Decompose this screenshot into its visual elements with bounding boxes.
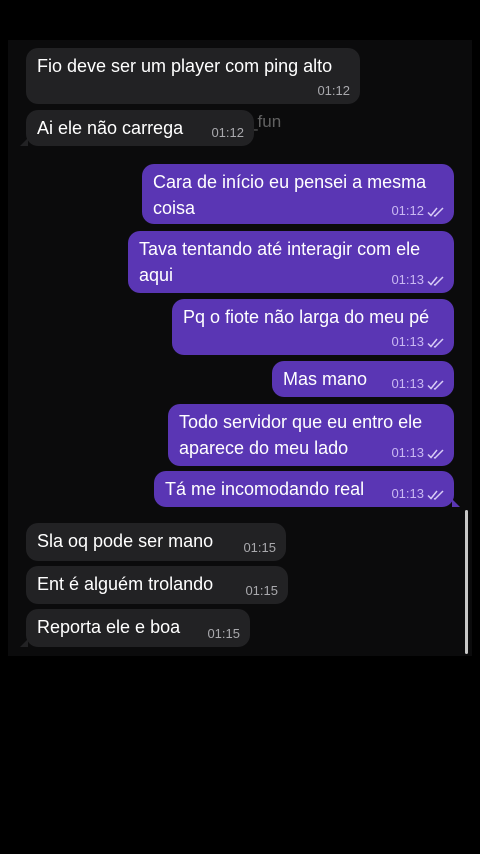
incoming-message[interactable]: Fio deve ser um player com ping alto 01:… (26, 48, 360, 104)
double-check-icon (427, 276, 444, 286)
message-text: Tá me incomodando real (165, 479, 365, 499)
message-time: 01:12 (317, 83, 350, 98)
scrollbar[interactable] (465, 510, 468, 654)
outgoing-message[interactable]: Mas mano 01:13 (272, 361, 454, 397)
message-text: Tava tentando até interagir com ele aqui (139, 239, 421, 285)
message-time: 01:15 (207, 626, 240, 641)
bubble-tail (452, 499, 460, 507)
double-check-icon (427, 338, 444, 348)
outgoing-message[interactable]: Cara de início eu pensei a mesma coisa 0… (142, 164, 454, 224)
message-time: 01:13 (391, 445, 424, 460)
message-text: Ai ele não carrega (37, 118, 184, 138)
message-text: Sla oq pode ser mano (37, 531, 214, 551)
message-time: 01:12 (211, 125, 244, 140)
double-check-icon (427, 380, 444, 390)
bubble-tail (20, 138, 28, 146)
outgoing-message[interactable]: Tava tentando até interagir com ele aqui… (128, 231, 454, 293)
double-check-icon (427, 490, 444, 500)
outgoing-message[interactable]: Todo servidor que eu entro ele aparece d… (168, 404, 454, 466)
double-check-icon (427, 207, 444, 217)
message-text: Todo servidor que eu entro ele aparece d… (179, 412, 423, 458)
outgoing-message[interactable]: Tá me incomodando real 01:13 (154, 471, 460, 507)
bubble-tail (20, 639, 28, 647)
message-time: 01:15 (243, 540, 276, 555)
message-time: 01:13 (391, 334, 424, 349)
incoming-message[interactable]: Sla oq pode ser mano 01:15 (26, 523, 286, 561)
message-text: Cara de início eu pensei a mesma coisa (153, 172, 427, 218)
incoming-message[interactable]: Ai ele não carrega 01:12 (20, 110, 254, 146)
chat-area[interactable]: Fio deve ser um player com ping alto 01:… (8, 40, 472, 656)
message-time: 01:15 (245, 583, 278, 598)
message-time: 01:13 (391, 486, 424, 501)
message-text: Reporta ele e boa (37, 617, 181, 637)
message-time: 01:13 (391, 272, 424, 287)
message-text: Mas mano (283, 369, 368, 389)
outgoing-message[interactable]: Pq o fiote não larga do meu pé 01:13 (172, 299, 454, 355)
incoming-message[interactable]: Ent é alguém trolando 01:15 (26, 566, 288, 604)
message-time: 01:13 (391, 376, 424, 391)
message-text: Fio deve ser um player com ping alto (37, 56, 333, 76)
incoming-message[interactable]: Reporta ele e boa 01:15 (20, 609, 250, 647)
message-time: 01:12 (391, 203, 424, 218)
message-text: Ent é alguém trolando (37, 574, 214, 594)
double-check-icon (427, 449, 444, 459)
message-text: Pq o fiote não larga do meu pé (183, 307, 430, 327)
